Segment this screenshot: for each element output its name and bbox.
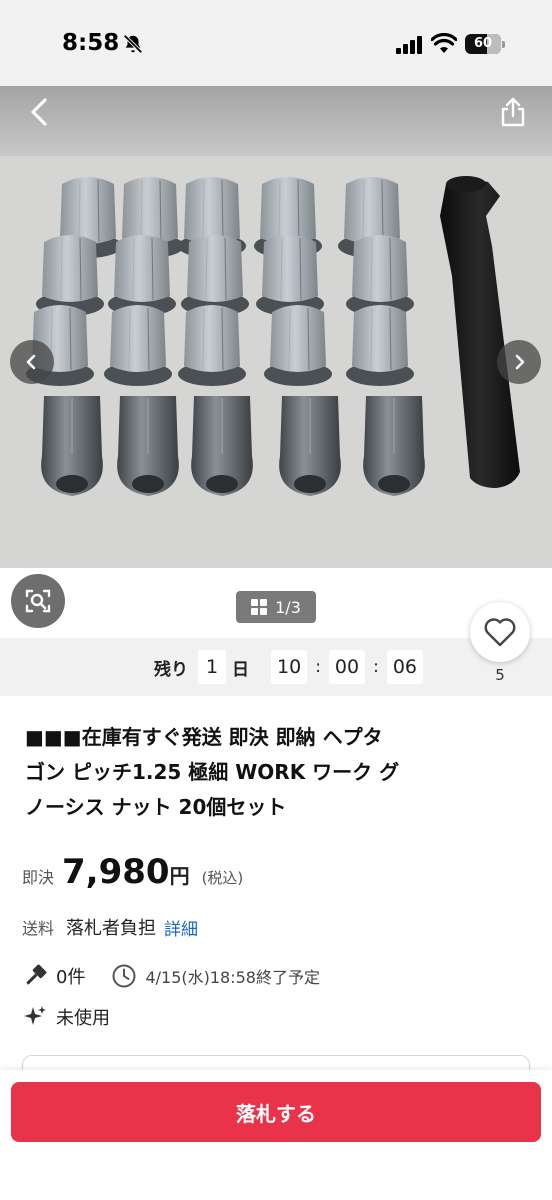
gallery-header — [0, 86, 552, 156]
price-unit: 円 — [169, 864, 190, 888]
condition-row: 未使用 — [22, 1004, 110, 1030]
image-counter[interactable]: 1/3 — [236, 591, 316, 623]
buy-now-button[interactable]: 落札する — [11, 1082, 541, 1142]
shipping-value: 落札者負担 — [66, 918, 157, 939]
item-title-line: ■■■在庫有すぐ発送 即決 即納 ヘプタ — [25, 725, 383, 749]
share-icon[interactable] — [498, 96, 528, 128]
chevron-right-icon — [515, 354, 525, 370]
lug-nuts-photo — [26, 176, 520, 496]
lug-nut — [264, 305, 332, 386]
lug-nut — [108, 235, 176, 316]
countdown-hours: 10 — [271, 650, 308, 684]
lug-nut — [181, 235, 249, 316]
countdown-day-unit: 日 — [232, 659, 249, 680]
countdown-days: 1 — [198, 650, 226, 684]
clock-icon — [112, 964, 136, 988]
countdown-minutes: 00 — [328, 650, 366, 684]
bell-off-icon — [123, 34, 143, 54]
item-title: ■■■在庫有すぐ発送 即決 即納 ヘプタ ゴン ピッチ1.25 極細 WORK … — [25, 720, 525, 825]
end-time: 4/15(水)18:58終了予定 — [145, 968, 320, 987]
countdown-seconds: 06 — [386, 650, 424, 684]
price-row: 即決 7,980 円 (税込) — [22, 852, 243, 892]
grid-icon — [251, 599, 268, 615]
favorite-count: 5 — [495, 666, 505, 684]
back-icon[interactable] — [26, 96, 54, 128]
lug-nut — [346, 305, 414, 386]
lug-nut-side — [117, 396, 179, 496]
lug-nut-side — [363, 396, 425, 496]
shipping-details-link[interactable]: 詳細 — [164, 915, 198, 940]
wifi-icon — [431, 33, 457, 53]
next-image-button[interactable] — [497, 340, 541, 384]
sparkle-icon — [24, 1006, 46, 1025]
gavel-icon — [26, 964, 47, 985]
shipping-row: 送料 落札者負担 詳細 — [22, 914, 198, 940]
product-image[interactable] — [0, 156, 552, 568]
status-bar: 8:58 60 — [0, 0, 552, 86]
bid-count: 0件 — [56, 967, 86, 988]
image-search-icon — [25, 589, 51, 613]
image-search-button[interactable] — [11, 574, 65, 628]
chevron-left-icon — [26, 354, 36, 370]
lug-nut — [256, 235, 324, 316]
previous-image-button[interactable] — [10, 340, 54, 384]
lug-nut — [178, 305, 246, 386]
lug-nut — [104, 305, 172, 386]
lug-nut-side — [191, 396, 253, 496]
image-counter-text: 1/3 — [275, 597, 301, 617]
tax-note: (税込) — [201, 869, 244, 887]
favorite-button[interactable] — [470, 602, 530, 662]
battery-icon: 60 — [465, 34, 505, 54]
bid-meta-row: 0件 4/15(水)18:58終了予定 — [22, 963, 320, 989]
countdown-prefix: 残り — [154, 659, 188, 680]
signal-icon — [396, 36, 422, 54]
condition-value: 未使用 — [56, 1008, 110, 1029]
lug-nut-side — [279, 396, 341, 496]
heart-icon — [484, 618, 516, 647]
price-value: 7,980 — [62, 852, 170, 892]
shipping-label: 送料 — [22, 919, 55, 938]
item-title-line: ゴン ピッチ1.25 極細 WORK ワーク グ — [25, 760, 400, 784]
lug-nut — [36, 235, 104, 316]
item-title-line: ノーシス ナット 20個セット — [25, 795, 287, 819]
socket-key — [440, 176, 520, 488]
lug-nut — [346, 235, 414, 316]
countdown-separator: : — [373, 657, 379, 677]
countdown-separator: : — [315, 657, 321, 677]
status-time: 8:58 — [62, 30, 120, 56]
lug-nut-side — [41, 396, 103, 496]
price-label: 即決 — [22, 868, 55, 887]
